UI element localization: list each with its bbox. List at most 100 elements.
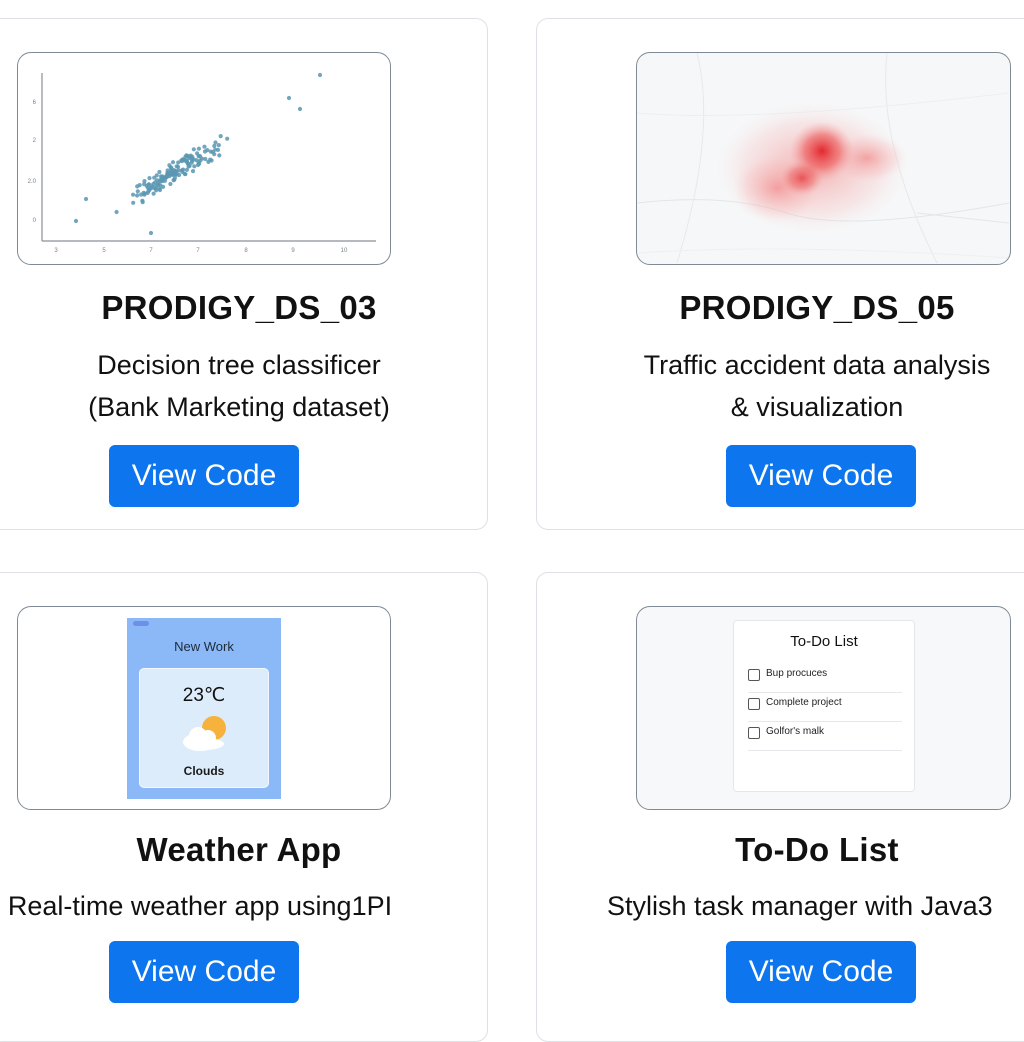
weather-app-thumbnail: New Work 23℃ Clouds	[17, 606, 391, 810]
x-tick-label: 9	[291, 248, 295, 254]
checkbox-icon[interactable]	[748, 669, 760, 681]
heat-core	[780, 160, 824, 196]
y-tick-label: 0	[33, 218, 37, 224]
todo-item: Bup procuces	[748, 665, 902, 693]
scatter-point	[157, 169, 162, 175]
project-card-prodigy-ds-03: 6 2 2.0 0 3 5 7 7 8 9 10 PRODIGY_DS_03 Decision t…	[0, 18, 488, 530]
scatter-point	[212, 152, 217, 157]
checkbox-icon[interactable]	[748, 698, 760, 710]
scatter-point	[218, 134, 223, 139]
x-tick-label: 7	[149, 248, 153, 254]
partly-cloudy-icon	[183, 716, 226, 751]
project-card-todo-list: To-Do List Bup procuces Complete project…	[536, 572, 1024, 1042]
scatter-point	[155, 178, 160, 183]
todo-panel: To-Do List Bup procuces Complete project…	[733, 620, 915, 792]
scatter-point	[216, 143, 221, 148]
scatter-point	[170, 169, 175, 174]
view-code-button[interactable]: View Code	[109, 941, 299, 1003]
scatter-point	[202, 149, 208, 154]
todo-item: Golfor's malk	[748, 723, 902, 751]
view-code-button[interactable]: View Code	[726, 445, 916, 507]
map-road	[916, 212, 1010, 224]
project-title: To-Do List	[735, 831, 899, 868]
project-description-line2: (Bank Marketing dataset)	[88, 392, 390, 422]
project-title: PRODIGY_DS_05	[679, 289, 955, 326]
scatter-point	[158, 183, 163, 188]
scatter-point	[139, 192, 144, 197]
scatter-point	[114, 209, 119, 215]
x-tick-label: 10	[341, 248, 348, 254]
scatter-point	[182, 158, 187, 163]
scatter-plot-thumbnail: 6 2 2.0 0 3 5 7 7 8 9 10	[17, 52, 391, 265]
scatter-point	[131, 200, 136, 205]
project-description-line1: Stylish task manager with Java3	[607, 891, 993, 921]
project-description-line1: Decision tree classificer	[97, 350, 381, 380]
scatter-point	[131, 192, 136, 197]
scatter-point	[183, 154, 188, 159]
checkbox-icon[interactable]	[748, 727, 760, 739]
scatter-point	[202, 144, 207, 149]
project-description-line2: & visualization	[730, 392, 904, 422]
scatter-point	[189, 160, 194, 165]
y-tick-label: 2	[33, 138, 37, 144]
todo-item-label: Bup procuces	[766, 668, 828, 679]
scatter-point	[196, 146, 201, 151]
scatter-point	[135, 184, 140, 189]
weather-card: 23℃ Clouds	[139, 668, 269, 788]
todo-item-label: Complete project	[766, 697, 842, 708]
scatter-point	[286, 95, 292, 101]
scatter-point	[192, 164, 197, 169]
scatter-point	[225, 136, 230, 141]
project-description-line1: Traffic accident data analysis	[643, 350, 991, 380]
project-card-weather-app: New Work 23℃ Clouds Weather App Real-tim…	[0, 572, 488, 1042]
scatter-point	[213, 140, 218, 145]
scatter-point	[146, 189, 151, 194]
todo-list-thumbnail: To-Do List Bup procuces Complete project…	[636, 606, 1011, 810]
scatter-point	[195, 151, 200, 156]
x-tick-label: 5	[102, 248, 106, 254]
project-description-line1: Real-time weather app using1PI	[7, 891, 393, 921]
scatter-point	[176, 164, 181, 170]
scatter-point	[186, 164, 191, 169]
scatter-point	[170, 160, 176, 165]
status-bar-pill	[133, 621, 149, 626]
scatter-point	[168, 181, 173, 187]
scatter-point	[206, 159, 211, 164]
scatter-point	[203, 156, 208, 162]
project-card-prodigy-ds-05: PRODIGY_DS_05 Traffic accident data anal…	[536, 18, 1024, 530]
view-code-button[interactable]: View Code	[109, 445, 299, 507]
weather-condition: Clouds	[183, 764, 225, 778]
scatter-point	[297, 106, 303, 112]
scatter-point	[135, 193, 140, 198]
scatter-point	[135, 189, 140, 194]
x-tick-label: 7	[196, 248, 200, 254]
weather-temperature: 23℃	[182, 685, 226, 706]
y-tick-label: 2.0	[28, 179, 37, 185]
scatter-point	[148, 230, 154, 236]
x-tick-label: 3	[54, 248, 58, 254]
scatter-point	[147, 176, 152, 181]
scatter-point	[162, 178, 168, 183]
scatter-point	[144, 183, 149, 188]
map-road	[637, 248, 1010, 259]
scatter-point	[160, 174, 165, 179]
scatter-point	[140, 200, 145, 205]
scatter-point	[152, 186, 157, 191]
scatter-point	[217, 153, 222, 158]
scatter-point	[157, 187, 163, 193]
project-title: PRODIGY_DS_03	[101, 289, 377, 326]
scatter-point	[151, 191, 156, 196]
scatter-point	[154, 173, 159, 178]
scatter-point	[180, 169, 185, 174]
scatter-point	[83, 196, 89, 202]
x-tick-label: 8	[244, 248, 248, 254]
scatter-point	[165, 170, 170, 175]
todo-item-label: Golfor's malk	[766, 726, 825, 737]
weather-city: New Work	[174, 639, 234, 654]
heatmap-thumbnail	[636, 52, 1011, 265]
scatter-point	[197, 161, 202, 166]
scatter-point	[174, 169, 179, 174]
scatter-point	[190, 169, 196, 174]
view-code-button[interactable]: View Code	[726, 941, 916, 1003]
y-tick-label: 6	[33, 100, 37, 106]
